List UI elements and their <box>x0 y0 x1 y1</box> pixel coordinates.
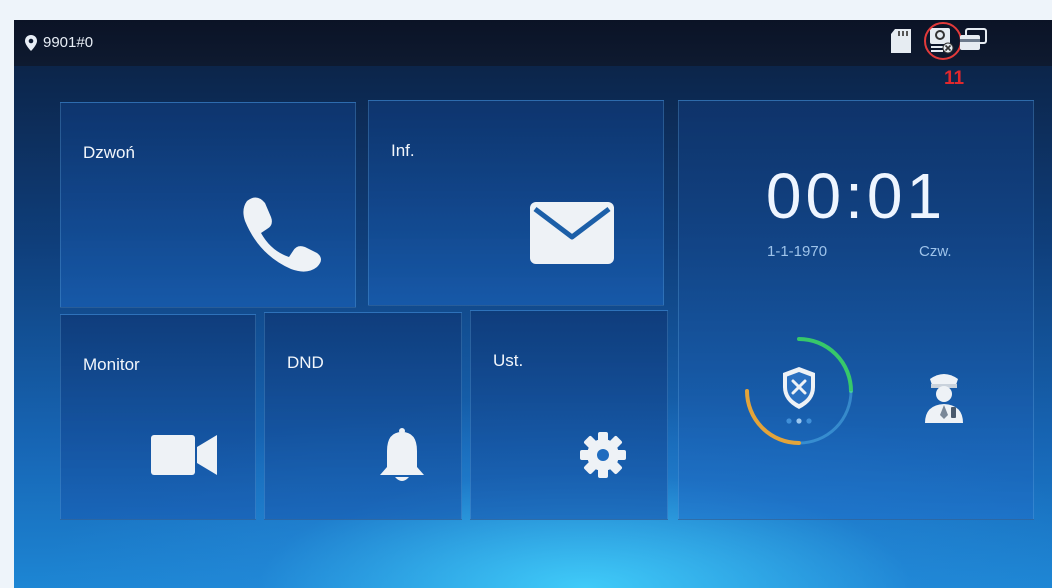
tile-info-label: Inf. <box>391 141 415 160</box>
arming-dial[interactable] <box>737 329 861 453</box>
video-camera-icon <box>151 435 217 475</box>
tile-settings[interactable]: Ust. <box>470 310 668 520</box>
bell-icon <box>380 428 424 481</box>
clock-time: 00:01 <box>765 160 947 232</box>
clock-day: Czw. <box>919 243 952 260</box>
clock-panel: 00:01 1-1-1970 Czw. <box>678 100 1034 520</box>
location-pin-icon <box>25 34 37 51</box>
page-dots <box>786 418 812 424</box>
tile-call-label: Dzwoń <box>83 143 135 162</box>
location-indicator: 9901#0 <box>24 34 93 51</box>
tile-info[interactable]: Inf. <box>368 100 664 306</box>
location-text: 9901#0 <box>43 34 94 51</box>
status-bar: 9901#0 <box>14 20 1052 66</box>
intercom-screen: 9901#0 11 Dzwoń Inf. Monitor DND Ust. 00… <box>14 20 1052 588</box>
shield-disarmed-icon <box>783 367 815 409</box>
tile-monitor[interactable]: Monitor <box>60 314 256 520</box>
annotation-circle <box>924 22 962 60</box>
tile-dnd-label: DND <box>287 353 324 372</box>
clock-date: 1-1-1970 <box>767 243 828 260</box>
envelope-icon <box>530 202 614 264</box>
tile-monitor-label: Monitor <box>83 355 140 374</box>
sd-card-icon <box>891 29 911 53</box>
tile-call[interactable]: Dzwoń <box>60 102 356 308</box>
tile-settings-label: Ust. <box>493 351 524 370</box>
security-guard-icon[interactable] <box>923 371 965 423</box>
phone-icon <box>243 197 321 272</box>
tile-dnd[interactable]: DND <box>264 312 462 520</box>
gear-icon <box>580 432 626 478</box>
annotation-number: 11 <box>944 68 965 89</box>
cards-icon <box>960 28 987 50</box>
